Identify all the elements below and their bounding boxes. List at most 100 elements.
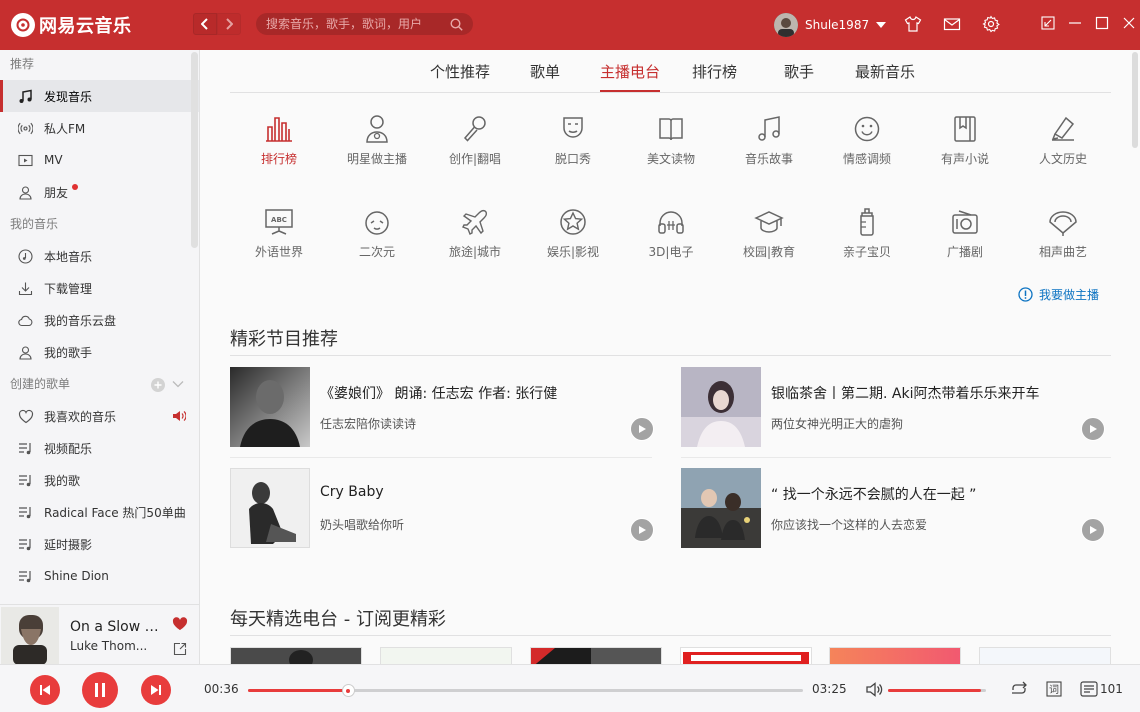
back-button[interactable]	[193, 13, 217, 35]
progress-bar[interactable]	[248, 684, 803, 697]
album-cover[interactable]	[1, 607, 59, 665]
category-anime[interactable]: 二次元	[328, 207, 426, 260]
next-button[interactable]	[141, 675, 171, 705]
maximize-icon[interactable]	[1095, 16, 1109, 30]
forward-button[interactable]	[217, 13, 241, 35]
radio-card[interactable]	[829, 647, 961, 664]
search-input[interactable]	[266, 17, 450, 31]
sidebar-playlist-liked[interactable]: 我喜欢的音乐	[0, 400, 199, 432]
playlist-count[interactable]: 101	[1100, 682, 1123, 696]
category-education[interactable]: 校园|教育	[720, 207, 818, 260]
share-icon[interactable]	[173, 642, 187, 656]
mail-icon[interactable]	[943, 15, 961, 33]
category-reading[interactable]: 美文读物	[622, 114, 720, 167]
volume-icon[interactable]	[866, 682, 883, 697]
sidebar-playlist-shine-dion[interactable]: Shine Dion	[0, 560, 199, 592]
search-icon[interactable]	[450, 17, 463, 31]
category-cover[interactable]: 创作|翻唱	[426, 114, 524, 167]
category-charts[interactable]: 排行榜	[230, 114, 328, 167]
program-card[interactable]: 银临茶舍丨第二期. Aki阿杰带着乐乐来开车 两位女神光明正大的虐狗	[681, 367, 1111, 458]
sidebar-playlist-radical-face[interactable]: Radical Face 热门50单曲	[0, 496, 199, 528]
category-electronic[interactable]: 3D|电子	[622, 207, 720, 260]
add-playlist-icon[interactable]	[151, 378, 165, 392]
radio-card[interactable]	[680, 647, 812, 664]
app-logo[interactable]: 网易云音乐	[11, 12, 132, 38]
apply-host-link[interactable]: 我要做主播	[1018, 286, 1099, 303]
gear-icon[interactable]	[982, 15, 1000, 33]
progress-handle[interactable]	[341, 684, 355, 697]
collapse-icon[interactable]	[172, 380, 184, 388]
sidebar-item-downloads[interactable]: 下载管理	[0, 272, 199, 304]
now-playing-panel[interactable]: On a Slow B... Luke Thom...	[0, 604, 200, 665]
radio-card[interactable]	[380, 647, 512, 664]
sidebar-item-mv[interactable]: MV	[0, 144, 199, 176]
chevron-down-icon[interactable]	[876, 22, 887, 28]
loop-icon[interactable]	[1010, 681, 1028, 697]
category-audiobook[interactable]: 有声小说	[916, 114, 1014, 167]
play-icon[interactable]	[1081, 417, 1105, 441]
program-card[interactable]: Cry Baby 奶头唱歌给你听	[230, 468, 660, 548]
category-history[interactable]: 人文历史	[1014, 114, 1112, 167]
playlist-queue-icon[interactable]	[1080, 681, 1098, 697]
category-kids[interactable]: 亲子宝贝	[818, 207, 916, 260]
program-cover[interactable]	[681, 367, 761, 447]
play-icon[interactable]	[630, 518, 654, 542]
category-talk-show[interactable]: 脱口秀	[524, 114, 622, 167]
tab-radio[interactable]: 主播电台	[600, 61, 661, 92]
radio-card[interactable]	[530, 647, 662, 664]
sidebar-item-singers[interactable]: 我的歌手	[0, 336, 199, 368]
category-travel[interactable]: 旅途|城市	[426, 207, 524, 260]
sidebar-scrollbar[interactable]	[191, 52, 198, 248]
category-radio-drama[interactable]: 广播剧	[916, 207, 1014, 260]
volume-slider[interactable]	[888, 689, 986, 692]
sidebar-item-local-music[interactable]: 本地音乐	[0, 240, 199, 272]
mini-mode-icon[interactable]	[1041, 16, 1055, 30]
category-star-host[interactable]: 明星做主播	[328, 114, 426, 167]
previous-button[interactable]	[30, 675, 60, 705]
program-cover[interactable]	[230, 468, 310, 548]
sidebar-item-cloud[interactable]: 我的音乐云盘	[0, 304, 199, 336]
category-crosstalk[interactable]: 相声曲艺	[1014, 207, 1112, 260]
sidebar-item-discover[interactable]: 发现音乐	[0, 80, 199, 112]
program-title[interactable]: “ 找一个永远不会腻的人在一起 ”	[771, 484, 976, 504]
tab-personal-recommend[interactable]: 个性推荐	[430, 61, 490, 82]
smile-icon	[818, 114, 916, 144]
pause-button[interactable]	[82, 672, 118, 708]
category-emotion[interactable]: 情感调频	[818, 114, 916, 167]
program-title[interactable]: Cry Baby	[320, 484, 384, 500]
program-card[interactable]: “ 找一个永远不会腻的人在一起 ” 你应该找一个这样的人去恋爱	[681, 468, 1111, 548]
now-playing-title[interactable]: On a Slow B...	[70, 619, 165, 635]
main-scrollbar[interactable]	[1132, 52, 1138, 148]
program-card[interactable]: 《婆娘们》 朗诵: 任志宏 作者: 张行健 任志宏陪你读读诗	[230, 367, 660, 458]
play-icon[interactable]	[630, 417, 654, 441]
category-foreign-language[interactable]: ABC 外语世界	[230, 207, 328, 260]
like-heart-icon[interactable]	[172, 617, 188, 631]
now-playing-artist[interactable]: Luke Thom...	[70, 639, 150, 653]
sidebar-playlist-my-songs[interactable]: 我的歌	[0, 464, 199, 496]
skin-icon[interactable]	[904, 15, 922, 33]
user-menu[interactable]: Shule1987	[774, 13, 887, 37]
tab-playlists[interactable]: 歌单	[530, 61, 560, 82]
tab-new-music[interactable]: 最新音乐	[855, 61, 915, 82]
lyrics-icon[interactable]: 词	[1046, 681, 1062, 697]
search-box[interactable]	[256, 13, 473, 35]
sidebar-item-fm[interactable]: 私人FM	[0, 112, 199, 144]
program-title[interactable]: 《婆娘们》 朗诵: 任志宏 作者: 张行健	[320, 383, 557, 403]
minimize-icon[interactable]	[1068, 16, 1082, 30]
program-cover[interactable]	[681, 468, 761, 548]
radio-card[interactable]	[979, 647, 1111, 664]
close-icon[interactable]	[1122, 16, 1136, 30]
avatar[interactable]	[774, 13, 798, 37]
sidebar-item-friends[interactable]: 朋友	[0, 176, 199, 208]
sidebar-playlist-timelapse[interactable]: 延时摄影	[0, 528, 199, 560]
category-music-story[interactable]: 音乐故事	[720, 114, 818, 167]
radio-card[interactable]	[230, 647, 362, 664]
username[interactable]: Shule1987	[805, 18, 869, 32]
sidebar-playlist-video-bgm[interactable]: 视频配乐	[0, 432, 199, 464]
play-icon[interactable]	[1081, 518, 1105, 542]
program-cover[interactable]	[230, 367, 310, 447]
category-entertainment[interactable]: 娱乐|影视	[524, 207, 622, 260]
program-title[interactable]: 银临茶舍丨第二期. Aki阿杰带着乐乐来开车	[771, 383, 1039, 403]
tab-charts[interactable]: 排行榜	[692, 61, 737, 82]
tab-singers[interactable]: 歌手	[784, 61, 814, 82]
